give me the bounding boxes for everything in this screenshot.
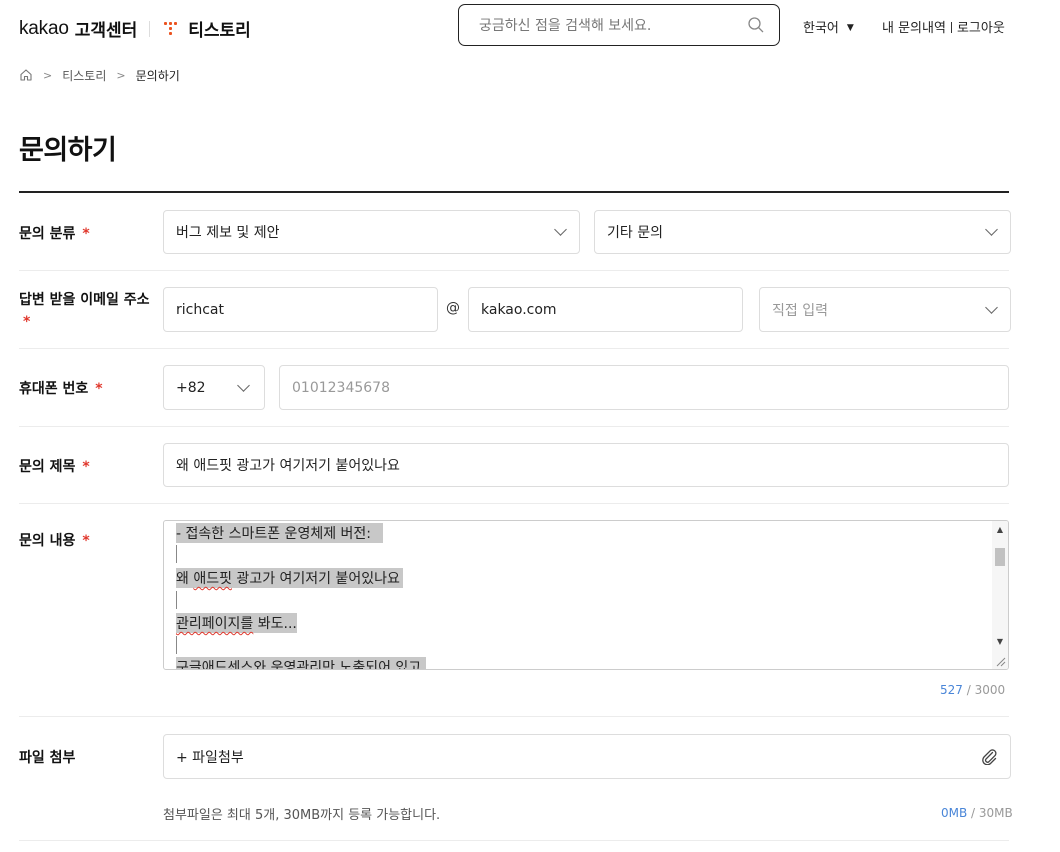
brand[interactable]: kakao 고객센터 티스토리	[19, 16, 251, 42]
row-divider	[19, 348, 1009, 349]
page-title: 문의하기	[19, 135, 117, 166]
email-id-value: richcat	[176, 301, 224, 318]
required-mark: *	[82, 533, 90, 549]
email-domain-input[interactable]: kakao.com	[468, 287, 743, 332]
text-cursor	[176, 636, 177, 654]
subject-input[interactable]: 왜 애드핏 광고가 여기저기 붙어있나요	[163, 443, 1009, 487]
phone-label: 휴대폰 번호 *	[19, 378, 103, 398]
content-line: 구글애드센스와 운영관리만 노출되어 있고	[176, 657, 426, 670]
row-divider	[19, 270, 1009, 271]
content-textarea[interactable]: - 접속한 스마트폰 운영체제 버전: 왜 애드핏 광고가 여기저기 붙어있나요…	[163, 520, 1009, 670]
file-attach-button[interactable]: + 파일첨부	[163, 734, 1011, 779]
email-domain-select-placeholder: 직접 입력	[772, 302, 828, 319]
character-counter: 527 / 3000	[940, 683, 1006, 697]
content-line-text: 관리페이지를 봐도...	[176, 616, 297, 632]
phone-label-text: 휴대폰 번호	[19, 381, 89, 397]
attachment-used: 0MB	[941, 806, 968, 820]
email-domain-select[interactable]: 직접 입력	[759, 287, 1011, 332]
caret-down-icon[interactable]: ▼	[847, 23, 854, 33]
content-line-text: 왜 애드핏 광고가 여기저기 붙어있나요	[176, 571, 400, 587]
kakao-logo[interactable]: kakao	[19, 18, 69, 40]
row-divider	[19, 840, 1009, 841]
content-line-text: - 접속한 스마트폰 운영체제 버전:	[176, 526, 372, 542]
email-label: 답변 받을 이메일 주소 *	[19, 289, 150, 333]
phone-number-input[interactable]: 01012345678	[279, 365, 1009, 410]
chevron-down-icon	[985, 223, 998, 236]
row-divider	[19, 426, 1009, 427]
breadcrumb: > 티스토리 > 문의하기	[19, 66, 180, 84]
spellcheck-underline: 관리페이지를	[176, 616, 254, 632]
category-label: 문의 분류 *	[19, 223, 90, 243]
email-domain-value: kakao.com	[481, 301, 557, 318]
content-label-text: 문의 내용	[19, 533, 76, 549]
category-primary-select[interactable]: 버그 제보 및 제안	[163, 210, 580, 254]
content-label: 문의 내용 *	[19, 530, 90, 550]
customer-center-label[interactable]: 고객센터	[75, 16, 138, 41]
attachment-label: 파일 첨부	[19, 747, 75, 767]
content-line: 왜 애드핏 광고가 여기저기 붙어있나요	[176, 568, 403, 588]
content-line-text: 구글애드센스와 운영관리만 노출되어 있고	[176, 660, 422, 670]
chevron-down-icon	[554, 223, 567, 236]
country-code-select[interactable]: +82	[163, 365, 265, 410]
attachment-limit: 30MB	[978, 806, 1013, 820]
category-label-text: 문의 분류	[19, 226, 76, 242]
text-cursor	[176, 591, 177, 609]
search-input[interactable]	[479, 16, 739, 36]
row-divider	[19, 503, 1009, 504]
category-primary-value: 버그 제보 및 제안	[176, 225, 280, 241]
attachment-label-text: 파일 첨부	[19, 750, 76, 766]
scroll-down-icon[interactable]: ▼	[992, 635, 1008, 649]
attachment-note: 첨부파일은 최대 5개, 30MB까지 등록 가능합니다.	[163, 808, 441, 823]
character-max: 3000	[974, 683, 1006, 697]
search-icon[interactable]	[747, 16, 765, 34]
language-label[interactable]: 한국어	[803, 21, 839, 36]
chevron-right-icon: >	[43, 68, 53, 82]
chevron-down-icon	[985, 300, 998, 314]
divider	[950, 22, 952, 33]
character-count: 527	[940, 683, 963, 697]
row-divider	[19, 716, 1009, 717]
content-line: - 접속한 스마트폰 운영체제 버전:	[176, 523, 383, 543]
subject-label: 문의 제목 *	[19, 456, 90, 476]
category-secondary-value: 기타 문의	[607, 225, 663, 241]
home-icon[interactable]	[19, 68, 33, 82]
text-cursor	[176, 545, 177, 563]
required-mark: *	[82, 226, 90, 242]
spellcheck-underline: 애드핏	[193, 571, 232, 587]
subject-value: 왜 애드핏 광고가 여기저기 붙어있나요	[176, 458, 400, 474]
phone-placeholder: 01012345678	[292, 379, 390, 396]
textarea-scrollbar[interactable]: ▲ ▼	[992, 521, 1008, 669]
breadcrumb-item-current: 문의하기	[135, 68, 180, 83]
service-name[interactable]: 티스토리	[188, 16, 251, 41]
tistory-logo	[164, 21, 178, 36]
required-mark: *	[82, 459, 90, 475]
account-links: 내 문의내역 로그아웃	[882, 17, 1005, 36]
category-secondary-select[interactable]: 기타 문의	[594, 210, 1011, 254]
country-code-value: +82	[176, 379, 206, 396]
paperclip-icon[interactable]	[980, 747, 998, 765]
subject-label-text: 문의 제목	[19, 459, 76, 475]
email-id-input[interactable]: richcat	[163, 287, 438, 332]
file-attach-label: + 파일첨부	[176, 749, 244, 766]
logout-link[interactable]: 로그아웃	[957, 21, 1005, 36]
resize-grip-icon[interactable]	[994, 655, 1006, 667]
required-mark: *	[23, 314, 31, 330]
divider	[149, 20, 151, 37]
scroll-thumb[interactable]	[995, 548, 1005, 566]
at-sign: @	[446, 300, 460, 316]
scroll-up-icon[interactable]: ▲	[992, 523, 1008, 537]
my-inquiries-link[interactable]: 내 문의내역	[882, 21, 946, 36]
required-mark: *	[95, 381, 103, 397]
header: kakao 고객센터 티스토리 한국어 ▼ 내 문의내역 로그아웃	[0, 0, 1060, 56]
search-box[interactable]	[458, 4, 780, 46]
content-line: 관리페이지를 봐도...	[176, 613, 297, 633]
breadcrumb-item-tistory[interactable]: 티스토리	[62, 67, 106, 84]
email-label-text: 답변 받을 이메일 주소	[19, 292, 150, 308]
chevron-right-icon: >	[116, 68, 126, 82]
title-divider	[19, 191, 1009, 193]
chevron-down-icon	[237, 378, 250, 392]
attachment-size: 0MB / 30MB	[941, 806, 1013, 820]
language-select[interactable]: 한국어 ▼	[803, 17, 854, 36]
